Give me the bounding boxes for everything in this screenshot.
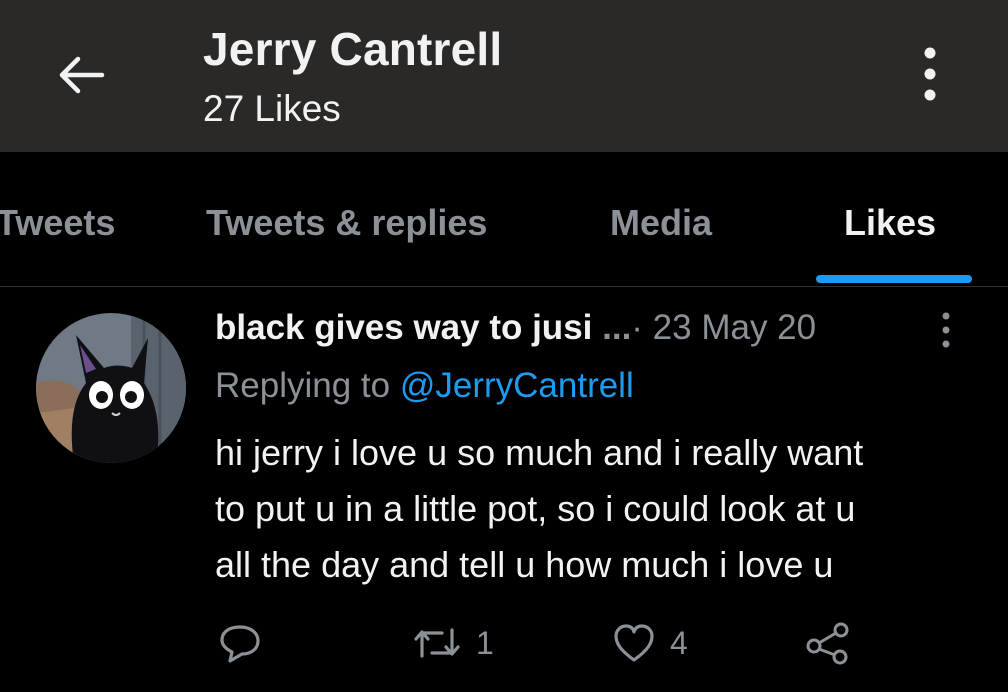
like-count: 4 (670, 624, 688, 661)
tweet-author-name[interactable]: black gives way to jusi (215, 308, 592, 347)
reply-bubble-icon (220, 625, 260, 663)
more-vertical-icon (924, 47, 936, 101)
tweet-header: black gives way to jusi ...· 23 May 20 (215, 308, 816, 348)
share-icon (806, 622, 849, 665)
share-button[interactable] (804, 618, 852, 668)
back-button[interactable] (50, 45, 110, 105)
page-title: Jerry Cantrell (203, 23, 503, 75)
tweet-more-button[interactable] (928, 308, 964, 352)
tweet-text-line: hi jerry i love u so much and i really w… (215, 432, 864, 473)
profile-header: Jerry Cantrell 27 Likes (0, 0, 1008, 152)
arrow-left-icon (59, 56, 105, 94)
active-tab-indicator (816, 275, 972, 283)
heart-icon (614, 624, 654, 662)
profile-tabs: Tweets Tweets & replies Media Likes (0, 152, 1008, 287)
tweet-body: hi jerry i love u so much and i really w… (215, 425, 985, 593)
replying-to-label: Replying to (215, 366, 400, 405)
tab-likes[interactable]: Likes (844, 202, 936, 244)
tab-media[interactable]: Media (610, 202, 712, 244)
reply-mention-link[interactable]: @JerryCantrell (400, 366, 634, 405)
like-button[interactable]: 4 (612, 618, 688, 668)
tweet-text-line: all the day and tell u how much i love u (215, 544, 834, 585)
retweet-icon (414, 628, 460, 658)
reply-button[interactable] (218, 618, 262, 668)
name-ellipsis: ... (592, 308, 632, 347)
avatar[interactable] (36, 313, 186, 463)
likes-count-subtitle: 27 Likes (203, 88, 341, 129)
retweet-count: 1 (476, 624, 494, 661)
more-options-button[interactable] (905, 42, 955, 106)
tweet-text-line: to put u in a little pot, so i could loo… (215, 488, 856, 529)
tab-tweets[interactable]: Tweets (0, 202, 115, 244)
tab-tweets-and-replies[interactable]: Tweets & replies (206, 202, 487, 244)
retweet-button[interactable]: 1 (412, 618, 494, 668)
tweet-date[interactable]: · 23 May 20 (631, 308, 816, 347)
black-cat-avatar-image (36, 313, 186, 463)
more-vertical-icon (942, 312, 950, 348)
replying-to-line: Replying to @JerryCantrell (215, 366, 634, 406)
